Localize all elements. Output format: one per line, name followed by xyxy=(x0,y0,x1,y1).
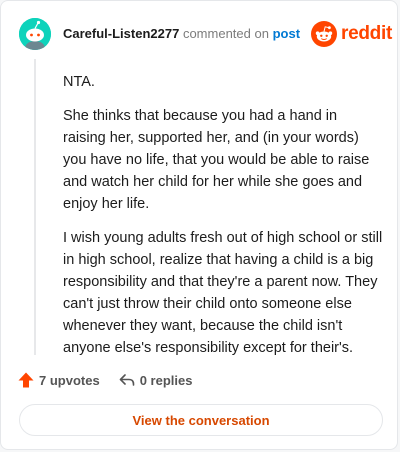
comment-body: NTA. She thinks that because you had a h… xyxy=(63,71,383,371)
reddit-snoo-icon xyxy=(311,21,337,47)
reply-button[interactable]: 0 replies xyxy=(118,371,193,389)
comment-card: Careful-Listen2277 commented on post red… xyxy=(0,0,398,450)
reddit-wordmark: reddit xyxy=(341,23,392,44)
reddit-logo[interactable]: reddit xyxy=(311,21,392,47)
comment-paragraph: She thinks that because you had a hand i… xyxy=(63,108,370,212)
user-avatar[interactable] xyxy=(19,18,51,50)
reply-count: 0 replies xyxy=(139,372,193,388)
reply-arrow-icon xyxy=(119,374,134,386)
comment-paragraph: NTA. xyxy=(63,74,95,90)
view-conversation-button[interactable]: View the conversation xyxy=(19,404,383,436)
comment-paragraph: I wish young adults fresh out of high sc… xyxy=(63,230,383,356)
comment-actions: 7 upvotes 0 replies xyxy=(17,369,192,391)
upvote-count: 7 upvotes xyxy=(39,372,100,388)
commented-on-text: commented on xyxy=(182,26,269,41)
comment-header: Careful-Listen2277 commented on post xyxy=(63,26,300,42)
upvote-arrow-icon xyxy=(18,372,34,388)
snoo-avatar-icon xyxy=(19,18,51,50)
upvote-button[interactable]: 7 upvotes xyxy=(17,371,100,389)
username[interactable]: Careful-Listen2277 xyxy=(63,26,179,41)
thread-line xyxy=(34,59,36,355)
post-link[interactable]: post xyxy=(273,26,300,41)
